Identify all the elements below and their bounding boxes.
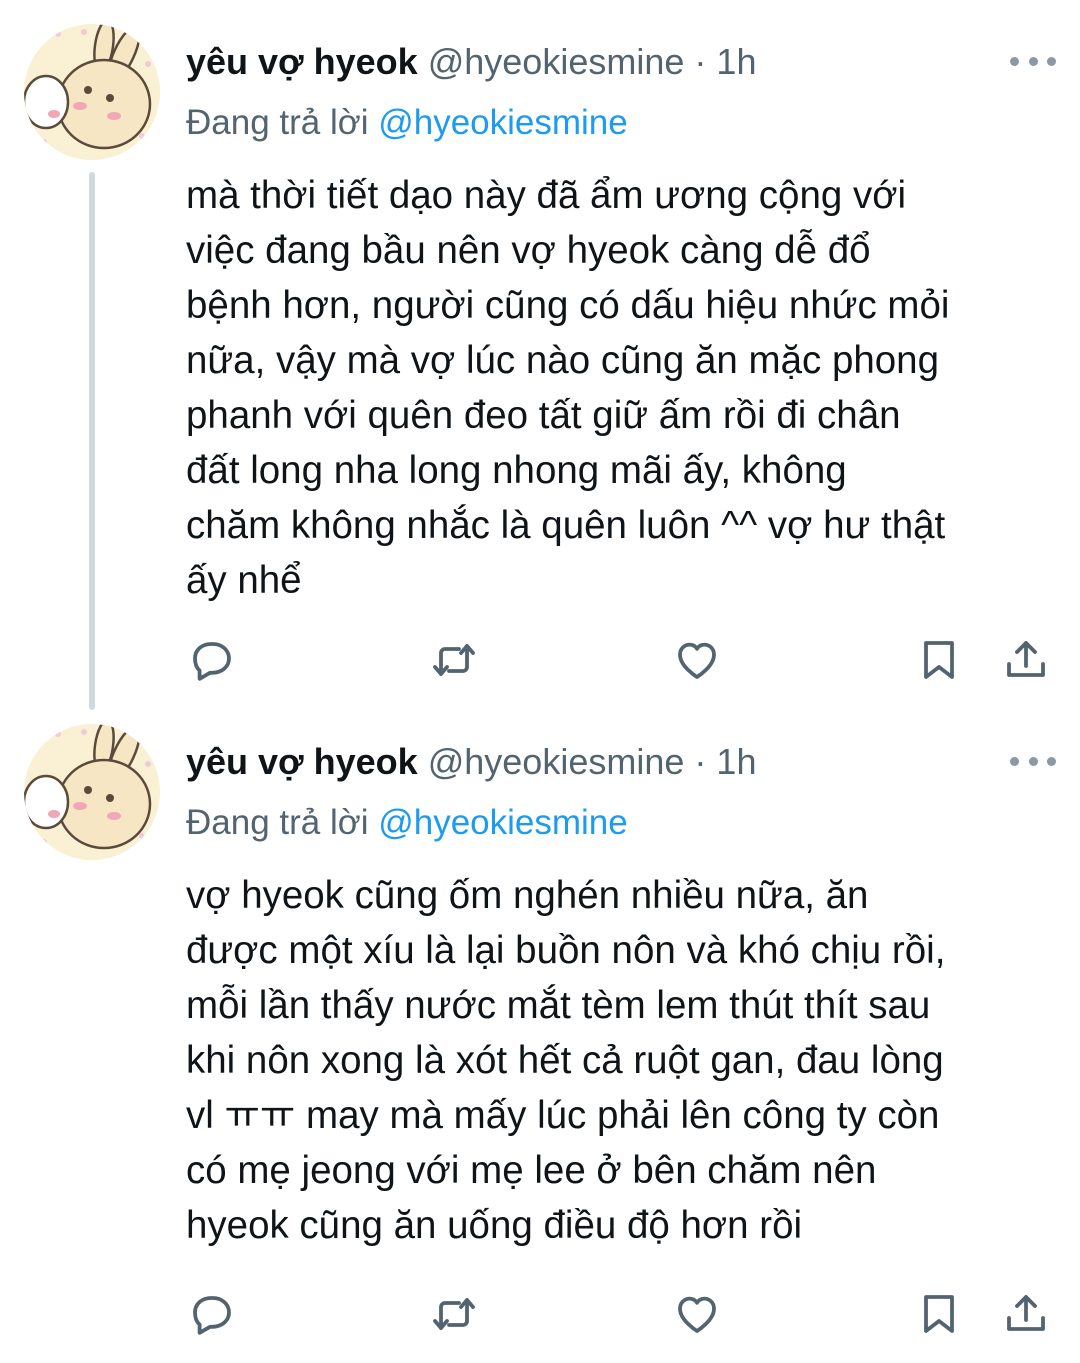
more-dots-icon[interactable] [1010, 54, 1056, 68]
tweet-text: vợ hyeok cũng ốm nghén nhiều nữa, ăn đượ… [186, 874, 946, 1247]
heart-icon [678, 642, 716, 679]
mention-link[interactable]: @hyeokiesmine [378, 103, 628, 142]
share-button[interactable] [1000, 634, 1052, 686]
separator-dot: · [694, 741, 707, 782]
bookmark-button[interactable] [913, 634, 965, 686]
mention-link[interactable]: @hyeokiesmine [378, 803, 628, 842]
avatar[interactable] [24, 724, 160, 860]
author-name[interactable]: yêu vợ hyeok [186, 41, 418, 82]
bunny-avatar-illustration [24, 24, 160, 160]
share-button[interactable] [1000, 1288, 1052, 1340]
like-button[interactable] [671, 1288, 723, 1340]
retweet-button[interactable] [428, 1288, 480, 1340]
bookmark-icon [924, 641, 954, 679]
tweet[interactable]: yêu vợ hyeok @hyeokiesmine · 1h Đang trả… [0, 0, 1080, 710]
share-icon [1007, 641, 1045, 677]
tweet-header: yêu vợ hyeok @hyeokiesmine · 1h [186, 36, 756, 88]
like-button[interactable] [671, 634, 723, 686]
author-handle[interactable]: @hyeokiesmine [428, 41, 685, 82]
separator-dot: · [694, 41, 707, 82]
heart-icon [678, 1296, 716, 1333]
replying-to-label: Đang trả lời [186, 803, 369, 842]
retweet-button[interactable] [428, 634, 480, 686]
author-handle[interactable]: @hyeokiesmine [428, 741, 685, 782]
replying-to: Đang trả lời @hyeokiesmine [186, 98, 628, 148]
avatar[interactable] [24, 24, 160, 160]
share-icon [1007, 1295, 1045, 1331]
replying-to: Đang trả lời @hyeokiesmine [186, 798, 628, 848]
timestamp[interactable]: 1h [716, 741, 756, 782]
bookmark-button[interactable] [913, 1288, 965, 1340]
bunny-avatar-illustration [24, 724, 160, 860]
timestamp[interactable]: 1h [716, 41, 756, 82]
reply-button[interactable] [186, 634, 238, 686]
thread-connector-line [89, 172, 95, 710]
author-name[interactable]: yêu vợ hyeok [186, 741, 418, 782]
retweet-icon [433, 644, 475, 676]
reply-button[interactable] [186, 1288, 238, 1340]
reply-icon [193, 1296, 231, 1335]
tweet-text: mà thời tiết dạo này đã ẩm ương cộng với… [186, 174, 950, 602]
replying-to-label: Đang trả lời [186, 103, 369, 142]
reply-icon [193, 642, 231, 681]
tweet-header: yêu vợ hyeok @hyeokiesmine · 1h [186, 736, 756, 788]
retweet-icon [433, 1298, 475, 1330]
bookmark-icon [924, 1295, 954, 1333]
more-dots-icon[interactable] [1010, 754, 1056, 768]
